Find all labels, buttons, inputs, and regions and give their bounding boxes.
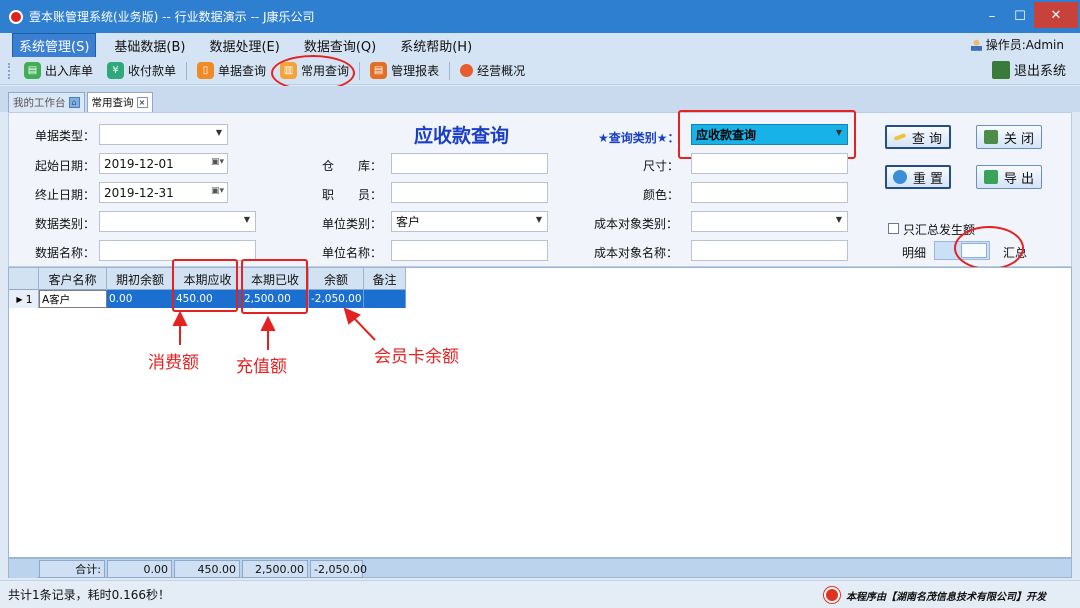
totals-balance: -2,050.00 xyxy=(310,560,367,578)
arrow-consume-head xyxy=(172,310,188,326)
status-text: 共计1条记录，耗时0.166秒！ xyxy=(8,588,170,602)
annotation-recharge: 充值额 xyxy=(236,357,287,377)
arrow-recharge-head xyxy=(260,315,276,331)
annotation-card-balance: 会员卡余额 xyxy=(374,347,459,367)
status-bar: 共计1条记录，耗时0.166秒！ 本程序由【湖南名茂信息技术有限公司】开发 xyxy=(0,580,1080,608)
totals-receivable: 450.00 xyxy=(174,560,240,578)
annotation-consume: 消费额 xyxy=(148,353,199,373)
vendor-text: 本程序由【湖南名茂信息技术有限公司】开发 xyxy=(846,591,1046,603)
vendor-logo-icon xyxy=(824,587,840,603)
vendor-credit: 本程序由【湖南名茂信息技术有限公司】开发 xyxy=(824,587,1046,603)
totals-label: 合计: xyxy=(39,560,105,578)
totals-spacer xyxy=(9,560,37,578)
arrow-balance xyxy=(351,315,376,341)
totals-row: 合计: 0.00 450.00 2,500.00 -2,050.00 xyxy=(8,558,1072,578)
annotation-arrows xyxy=(172,307,376,350)
totals-opening: 0.00 xyxy=(107,560,172,578)
totals-received: 2,500.00 xyxy=(242,560,308,578)
